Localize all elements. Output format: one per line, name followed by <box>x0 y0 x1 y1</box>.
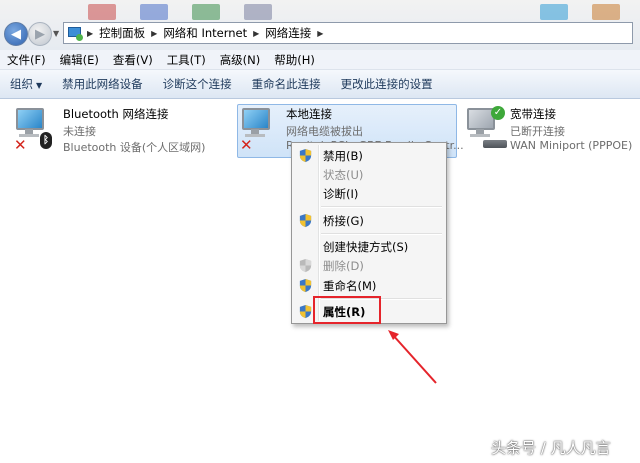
watermark-text: 头条号 / 凡人凡言 <box>491 439 611 457</box>
annotation-arrow-icon <box>388 330 437 384</box>
